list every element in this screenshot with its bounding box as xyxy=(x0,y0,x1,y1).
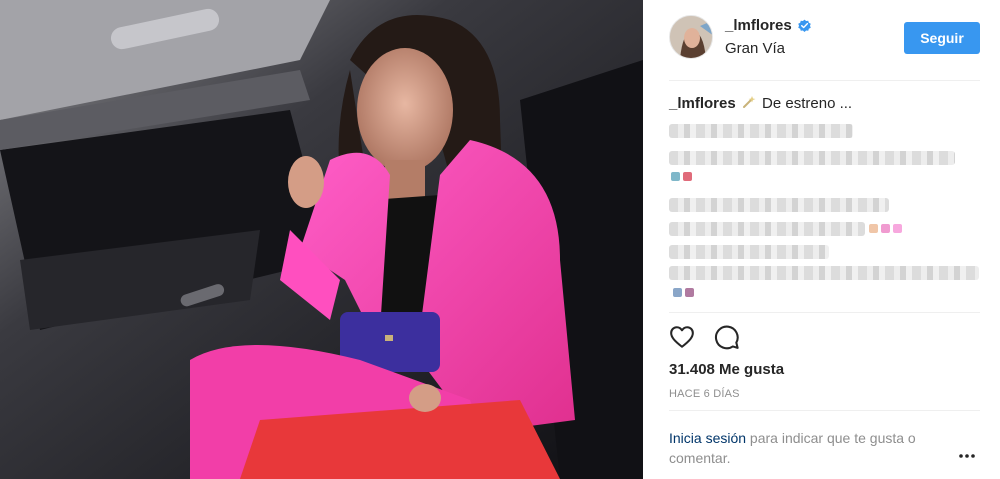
like-count[interactable]: 31.408 Me gusta xyxy=(669,361,784,378)
post-photo[interactable] xyxy=(0,0,643,479)
username-row: _lmflores xyxy=(725,17,812,34)
action-bar xyxy=(669,324,740,350)
post-timestamp[interactable]: HACE 6 DÍAS xyxy=(669,388,740,400)
follow-button[interactable]: Seguir xyxy=(904,22,980,54)
blurred-emoji xyxy=(673,288,682,297)
blurred-comment-line xyxy=(669,151,955,165)
login-prompt: Inicia sesión para indicar que te gusta … xyxy=(669,428,959,468)
post-photo-image xyxy=(0,0,643,479)
blurred-emoji xyxy=(881,224,890,233)
blurred-comment-line xyxy=(669,198,889,212)
verified-badge-icon xyxy=(797,18,812,33)
comments-divider xyxy=(669,312,980,313)
blurred-comment-line xyxy=(669,266,979,280)
blurred-emoji xyxy=(869,224,878,233)
login-link[interactable]: Inicia sesión xyxy=(669,430,746,446)
blurred-emoji xyxy=(893,224,902,233)
caption-username[interactable]: _lmflores xyxy=(669,95,736,112)
heart-icon[interactable] xyxy=(669,324,695,350)
instagram-post: _lmflores Gran Vía Seguir _lmflores De e… xyxy=(0,0,1000,479)
comment-bubble-icon[interactable] xyxy=(714,324,740,350)
location-link[interactable]: Gran Vía xyxy=(725,40,785,57)
header-divider xyxy=(669,80,980,81)
blurred-comment-line xyxy=(669,124,853,138)
post-side-panel: _lmflores Gran Vía Seguir _lmflores De e… xyxy=(643,0,1000,479)
avatar[interactable] xyxy=(669,15,713,59)
avatar-image xyxy=(670,16,712,58)
blurred-emoji xyxy=(671,172,680,181)
caption: _lmflores De estreno ... xyxy=(669,95,980,113)
username-link[interactable]: _lmflores xyxy=(725,17,792,34)
blurred-comment-line xyxy=(669,222,865,236)
caption-text: De estreno ... xyxy=(762,95,853,112)
blurred-emoji xyxy=(683,172,692,181)
post-header: _lmflores Gran Vía Seguir xyxy=(643,0,1000,80)
footer-divider xyxy=(669,410,980,411)
sparkle-emoji-icon xyxy=(742,95,756,109)
more-options-icon[interactable] xyxy=(957,448,977,458)
blurred-comment-line xyxy=(669,245,829,259)
blurred-emoji xyxy=(685,288,694,297)
